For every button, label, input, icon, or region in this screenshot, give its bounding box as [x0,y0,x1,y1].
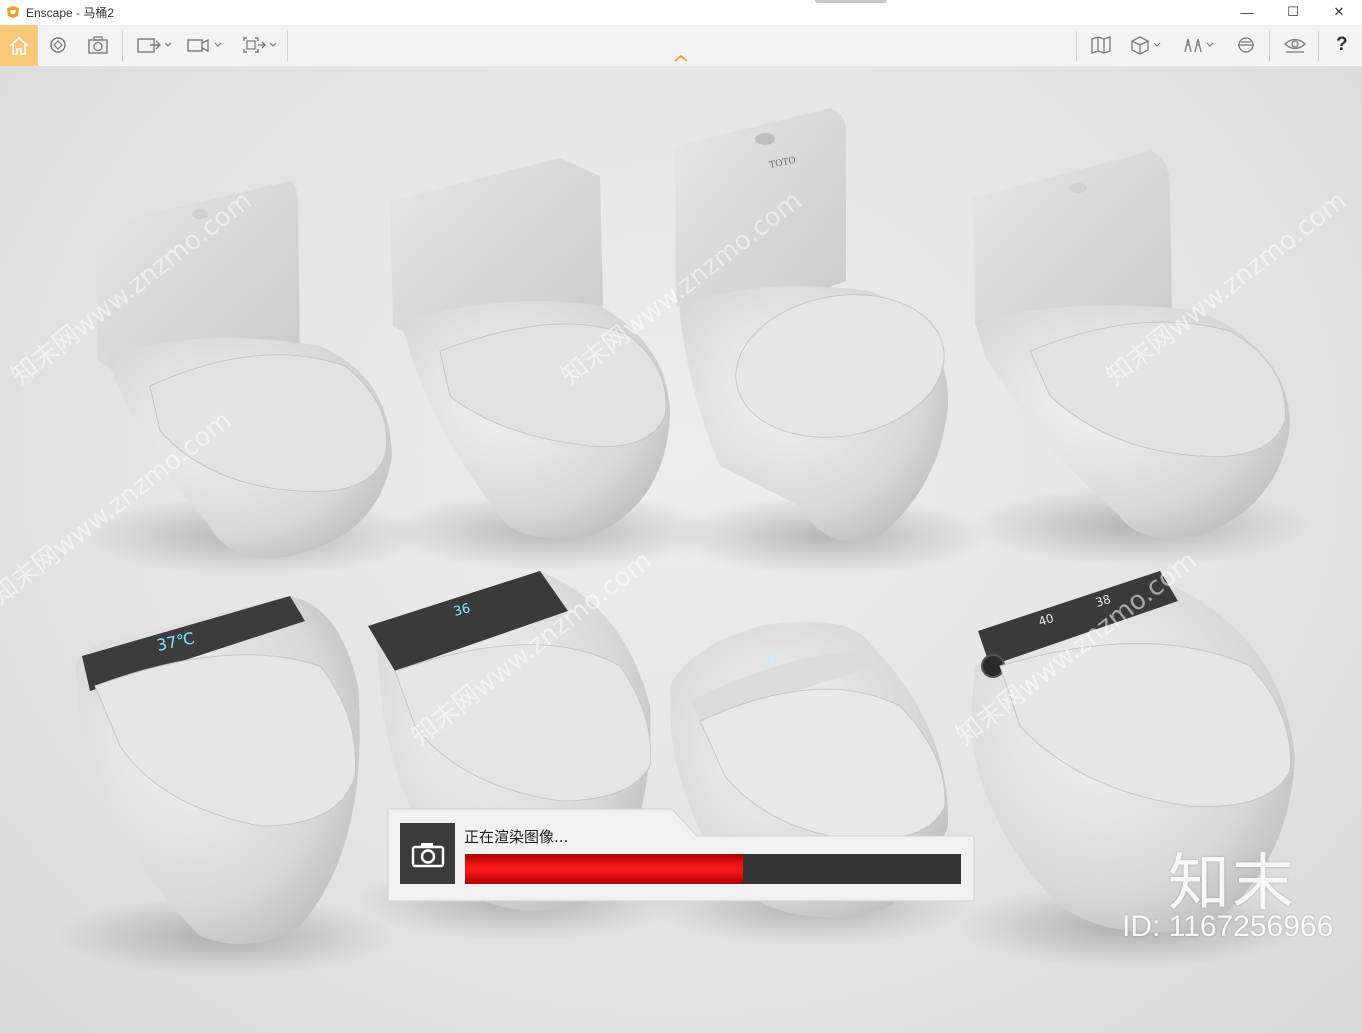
toolbar-separator [287,31,288,61]
cube-icon [1131,36,1149,55]
render-progress-bar [465,854,961,884]
camera-badge [400,823,455,884]
export-video-icon [187,38,209,53]
enscape-logo-icon [7,6,19,18]
home-button[interactable] [0,25,38,66]
smart-toilet-1: 37℃ [55,596,395,976]
map-icon [1091,36,1111,54]
collapse-toolbar-chevron-icon[interactable] [673,54,689,63]
camera-icon [411,842,444,867]
chevron-down-icon[interactable] [269,42,277,48]
toolbar-separator [1318,31,1319,61]
screenshot-icon [88,36,108,54]
title-separator: - [72,5,84,20]
toolbar-separator [1076,31,1077,61]
map-button[interactable] [1090,33,1112,57]
toolbar-separator [122,31,123,61]
walk-mode-button[interactable] [1182,33,1214,57]
help-button[interactable]: ? [1336,33,1348,57]
toilet-3: TOTO [670,108,990,576]
section-icon [1238,37,1254,53]
batch-render-button[interactable] [241,33,277,57]
toilet-2 [385,158,715,571]
top-pull-tab[interactable] [815,0,887,3]
chevron-down-icon[interactable] [1206,42,1214,48]
brand-watermark: 知末 [1168,846,1297,919]
export-video-button[interactable] [186,33,222,57]
render-progress-fill [465,854,743,884]
render-progress-dialog: 正在渲染图像... [387,806,975,902]
batch-render-icon [243,37,266,53]
document-name: 马桶2 [83,5,115,20]
maximize-button[interactable]: ☐ [1270,0,1316,24]
walk-icon [1184,38,1202,53]
eye-icon [1284,38,1306,53]
toilet-1 [85,181,425,576]
asset-id-watermark: ID: 1167256966 [1122,910,1334,943]
window-title: Enscape - 马桶2 [26,4,114,21]
rotate-icon [50,37,66,53]
home-icon [9,36,29,55]
rotate-button[interactable] [48,33,68,57]
visual-settings-button[interactable] [1283,33,1307,57]
title-bar: Enscape - 马桶2 — ☐ ✕ [0,0,1362,24]
export-image-button[interactable] [136,33,172,57]
close-button[interactable]: ✕ [1316,0,1362,24]
cube-view-button[interactable] [1129,33,1161,57]
render-status-label: 正在渲染图像... [464,828,569,846]
help-icon: ? [1336,34,1348,55]
section-button[interactable] [1235,33,1257,57]
export-image-icon [137,38,161,53]
minimize-button[interactable]: — [1224,0,1270,24]
chevron-down-icon[interactable] [214,42,222,48]
window-controls: — ☐ ✕ [1224,0,1362,24]
screenshot-button[interactable] [87,33,109,57]
chevron-down-icon[interactable] [164,42,172,48]
app-name: Enscape [26,5,73,20]
toolbar-separator [1269,31,1270,61]
chevron-down-icon[interactable] [1153,42,1161,48]
toolbar: ? [0,25,1362,67]
